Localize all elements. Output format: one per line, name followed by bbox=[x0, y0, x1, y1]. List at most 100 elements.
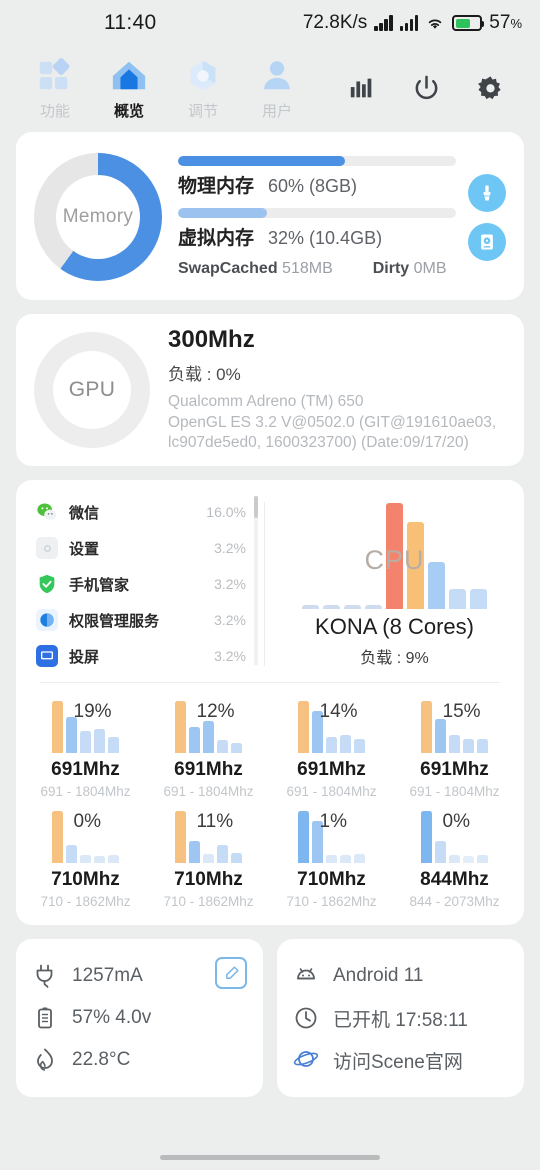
gpu-frequency: 300Mhz bbox=[168, 325, 255, 353]
edit-pencil-icon[interactable] bbox=[215, 957, 247, 989]
physical-memory-row: 物理内存 60% (8GB) bbox=[178, 171, 456, 198]
cpu-summary: CPU KONA (8 Cores) 负载 : 9% bbox=[265, 494, 524, 674]
core-bar bbox=[421, 701, 432, 753]
dirty-label: Dirty bbox=[372, 260, 410, 277]
virtual-memory-value: 32% (10.4GB) bbox=[268, 228, 383, 248]
gear-icon[interactable] bbox=[476, 74, 506, 104]
list-item[interactable]: 投屏 3.2% bbox=[36, 638, 264, 674]
core-load-percent: 19% bbox=[73, 701, 112, 722]
nav-tab-tune-label: 调节 bbox=[187, 103, 218, 120]
chart-icon[interactable] bbox=[348, 74, 378, 104]
core-bar bbox=[175, 701, 186, 753]
website-row[interactable]: 访问Scene官网 bbox=[293, 1039, 508, 1081]
storage-disk-icon[interactable] bbox=[468, 222, 506, 261]
physical-memory-value: 60% (8GB) bbox=[268, 176, 358, 196]
core-bar bbox=[175, 811, 186, 863]
core-bar bbox=[421, 811, 432, 863]
core-frequency: 691Mhz bbox=[297, 759, 366, 780]
core-frequency-range: 691 - 1804Mhz bbox=[286, 784, 377, 799]
cpu-core-item: 19% 691Mhz 691 - 1804Mhz bbox=[24, 697, 147, 799]
app-usage-list[interactable]: 微信 16.0% 设置 3.2% 手机管家 3.2% 权限管理服务 3.2% 投… bbox=[16, 494, 264, 674]
bottom-cards: 1257mA 57% 4.0v 22.8°C Android 11 已开机 17… bbox=[16, 939, 524, 1097]
clean-brush-icon[interactable] bbox=[468, 173, 506, 212]
core-frequency-range: 844 - 2073Mhz bbox=[409, 894, 500, 909]
list-item[interactable]: 微信 16.0% bbox=[36, 494, 264, 530]
temperature-row: 22.8°C bbox=[32, 1039, 247, 1081]
core-bar bbox=[231, 743, 242, 753]
core-bar bbox=[326, 737, 337, 753]
website-link[interactable]: 访问Scene官网 bbox=[333, 1047, 463, 1074]
battery-percent-value: 57 bbox=[489, 12, 511, 33]
core-bar bbox=[52, 811, 63, 863]
core-bar bbox=[298, 701, 309, 753]
status-bar: 11:40 72.8K/s 57% bbox=[0, 0, 540, 46]
core-bar bbox=[189, 727, 200, 753]
core-load-percent: 14% bbox=[319, 701, 358, 722]
core-bar bbox=[52, 701, 63, 753]
cpu-core-item: 14% 691Mhz 691 - 1804Mhz bbox=[270, 697, 393, 799]
list-item[interactable]: 手机管家 3.2% bbox=[36, 566, 264, 602]
core-bar-chart: 14% bbox=[294, 697, 370, 753]
wifi-icon bbox=[425, 15, 445, 31]
core-load-percent: 0% bbox=[73, 811, 101, 832]
tune-icon bbox=[184, 57, 222, 95]
core-bar bbox=[340, 855, 351, 863]
swapcached-label: SwapCached bbox=[178, 260, 278, 277]
status-indicators: 72.8K/s 57% bbox=[303, 12, 522, 34]
nav-tab-overview[interactable]: 概览 bbox=[92, 57, 166, 121]
settings-app-icon bbox=[36, 537, 58, 559]
flame-icon bbox=[32, 1047, 58, 1073]
power-icon[interactable] bbox=[412, 74, 442, 104]
nav-tab-functions[interactable]: 功能 bbox=[18, 57, 92, 121]
android-version-value: Android 11 bbox=[333, 965, 424, 986]
android-version-row: Android 11 bbox=[293, 955, 508, 997]
core-bar bbox=[435, 719, 446, 753]
cpu-core-item: 12% 691Mhz 691 - 1804Mhz bbox=[147, 697, 270, 799]
core-bar bbox=[203, 854, 214, 863]
virtual-memory-row: 虚拟内存 32% (10.4GB) bbox=[178, 223, 456, 250]
cpu-card: 微信 16.0% 设置 3.2% 手机管家 3.2% 权限管理服务 3.2% 投… bbox=[16, 480, 524, 925]
gpu-description-line2: OpenGL ES 3.2 V@0502.0 (GIT@191610ae03, bbox=[168, 413, 497, 431]
core-bar-chart: 1% bbox=[294, 807, 370, 863]
core-bar-chart: 15% bbox=[417, 697, 493, 753]
list-item[interactable]: 权限管理服务 3.2% bbox=[36, 602, 264, 638]
core-bar-chart: 12% bbox=[171, 697, 247, 753]
core-bar bbox=[217, 740, 228, 753]
memory-card: Memory 物理内存 60% (8GB) 虚拟内存 32% (10.4GB) bbox=[16, 132, 524, 300]
network-speed: 72.8K/s bbox=[302, 12, 368, 33]
cpu-chart-bar bbox=[365, 605, 382, 609]
core-bar bbox=[354, 739, 365, 753]
app-name: 设置 bbox=[69, 540, 100, 558]
nav-tab-user[interactable]: 用户 bbox=[240, 57, 314, 121]
app-usage-percent: 16.0% bbox=[206, 504, 246, 520]
app-list-scrollbar[interactable] bbox=[254, 496, 258, 666]
cpu-name: KONA (8 Cores) bbox=[315, 614, 474, 639]
core-frequency-range: 710 - 1862Mhz bbox=[163, 894, 254, 909]
cpu-core-item: 11% 710Mhz 710 - 1862Mhz bbox=[147, 807, 270, 909]
swapcached-value: 518MB bbox=[282, 260, 333, 277]
planet-icon bbox=[293, 1047, 319, 1073]
core-bar bbox=[435, 841, 446, 863]
temperature-value: 22.8°C bbox=[72, 1049, 131, 1070]
cast-screen-icon bbox=[36, 645, 58, 667]
core-load-percent: 0% bbox=[442, 811, 470, 832]
virtual-memory-label: 虚拟内存 bbox=[178, 228, 255, 249]
gpu-ring-gauge: GPU bbox=[34, 332, 150, 448]
nav-actions bbox=[348, 74, 522, 104]
list-item[interactable]: 设置 3.2% bbox=[36, 530, 264, 566]
nav-tab-tune[interactable]: 调节 bbox=[166, 57, 240, 121]
core-frequency: 710Mhz bbox=[51, 869, 120, 890]
battery-percent-symbol: % bbox=[510, 16, 522, 31]
core-frequency: 691Mhz bbox=[51, 759, 120, 780]
content-area: Memory 物理内存 60% (8GB) 虚拟内存 32% (10.4GB) bbox=[0, 132, 540, 1144]
memory-details: 物理内存 60% (8GB) 虚拟内存 32% (10.4GB) SwapCac… bbox=[174, 156, 456, 278]
core-bar bbox=[449, 735, 460, 753]
memory-ring-center: Memory bbox=[56, 175, 140, 259]
core-bar bbox=[463, 856, 474, 863]
core-bar bbox=[326, 855, 337, 863]
physical-memory-label: 物理内存 bbox=[178, 176, 255, 197]
core-frequency-range: 691 - 1804Mhz bbox=[40, 784, 131, 799]
core-bar bbox=[477, 855, 488, 863]
memory-footer: SwapCached 518MB Dirty 0MB bbox=[178, 260, 456, 278]
cpu-core-item: 0% 844Mhz 844 - 2073Mhz bbox=[393, 807, 516, 909]
